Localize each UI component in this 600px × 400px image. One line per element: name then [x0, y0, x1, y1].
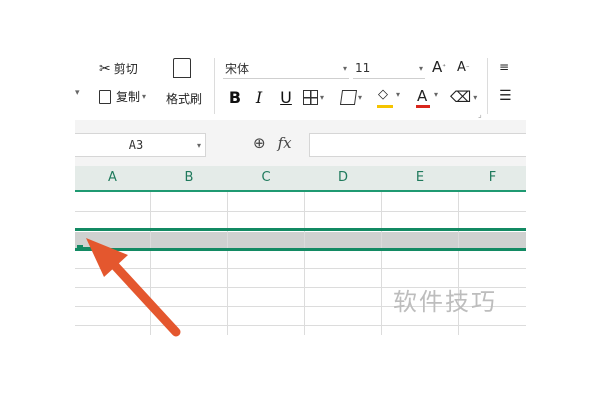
watermark: 软件技巧	[393, 288, 497, 316]
pointer-arrow-icon	[86, 238, 181, 337]
